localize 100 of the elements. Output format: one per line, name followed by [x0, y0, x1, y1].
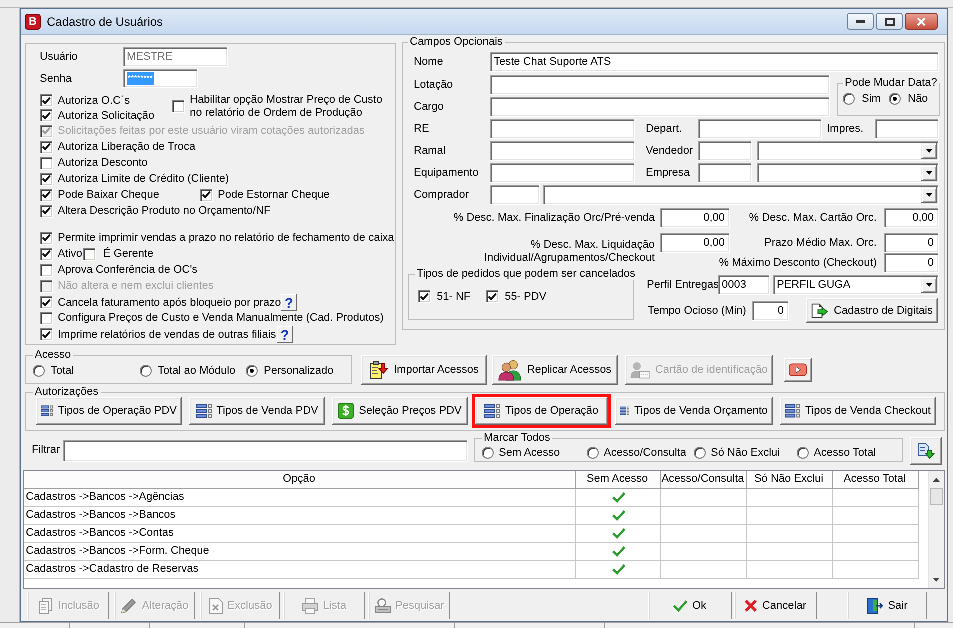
help-button[interactable]: ?	[277, 326, 293, 343]
minimize-button[interactable]	[847, 13, 874, 30]
scroll-thumb[interactable]	[930, 488, 943, 505]
checkbox[interactable]	[40, 204, 53, 218]
replicate-button[interactable]: Replicar Acessos	[492, 355, 618, 385]
checkbox-label: Cancela faturamento após bloqueio por prazo	[58, 296, 282, 308]
input-field[interactable]: 0,00	[660, 208, 730, 228]
field-label: Vendedor	[645, 145, 694, 157]
documents-icon	[36, 596, 54, 614]
checkbox-label: 51- NF	[437, 290, 471, 302]
caret-icon	[926, 171, 932, 175]
input-field[interactable]	[490, 75, 830, 95]
field-label: % Desc. Max. Liquidação Individual/Agrupamentos/Checkout	[483, 239, 655, 265]
import-button[interactable]: Importar Acessos	[361, 355, 487, 385]
input-field[interactable]: 0003	[718, 275, 770, 295]
field-label: Filtrar	[31, 444, 62, 456]
field-label: Lotação	[414, 79, 454, 91]
checkbox[interactable]	[40, 264, 53, 276]
minimize-icon	[856, 20, 865, 23]
checkbox[interactable]	[486, 290, 499, 303]
checkbox[interactable]	[40, 140, 53, 154]
input-field[interactable]	[875, 119, 939, 139]
group-title: Acesso	[34, 349, 72, 361]
input-field[interactable]: 0	[752, 300, 789, 320]
radio-button[interactable]	[246, 365, 258, 377]
checkbox[interactable]	[83, 248, 96, 260]
radio-button[interactable]	[587, 447, 599, 459]
scrollbar[interactable]	[928, 471, 944, 588]
ok-button[interactable]: Ok	[648, 592, 732, 619]
input-field[interactable]	[490, 119, 635, 139]
checkbox-label: Solicitações feitas por este usuário viram cotações autorizadas	[58, 125, 365, 137]
authorization-button[interactable]: Tipos de Venda Checkout	[780, 397, 936, 425]
radio-button[interactable]	[694, 447, 706, 459]
cancel-button[interactable]: Cancelar	[734, 592, 817, 619]
input-field[interactable]	[63, 440, 468, 462]
input-field[interactable]: 0	[884, 233, 939, 253]
column-header: Só Não Exclui	[746, 471, 832, 488]
radio-button[interactable]	[889, 93, 901, 105]
checkbox[interactable]	[40, 296, 53, 309]
column-header: Opção	[24, 471, 575, 488]
group-title: Autorizações	[34, 386, 100, 398]
check-icon	[612, 510, 626, 521]
dropdown[interactable]	[543, 185, 939, 205]
group-title: Pode Mudar Data?	[844, 77, 938, 89]
input-field[interactable]: 0	[884, 253, 939, 273]
checkbox[interactable]	[40, 248, 53, 260]
maximize-button[interactable]	[876, 13, 903, 30]
checkbox[interactable]	[40, 94, 53, 107]
field-label: % Máximo Desconto (Checkout)	[719, 257, 877, 269]
help-button[interactable]: ?	[281, 294, 298, 311]
authorization-button[interactable]: Seleção Preços PDV	[332, 397, 468, 425]
checkbox-label: Altera Descrição Produto no Orçamento/NF	[58, 205, 271, 217]
input-field[interactable]	[490, 141, 635, 161]
checkbox[interactable]	[40, 328, 53, 341]
radio-button[interactable]	[797, 447, 809, 459]
dropdown[interactable]	[757, 163, 939, 183]
input-field[interactable]	[490, 97, 830, 117]
input-field[interactable]	[698, 163, 752, 183]
pencil-icon	[120, 596, 138, 614]
field-label: Ramal	[414, 145, 447, 157]
checkbox[interactable]	[40, 232, 53, 244]
radio-button[interactable]	[843, 93, 855, 105]
authorization-button[interactable]: Tipos de Operação PDV	[36, 397, 182, 425]
field-label: Senha	[40, 72, 73, 84]
checkbox[interactable]	[40, 156, 53, 170]
input-field[interactable]	[490, 163, 635, 183]
radio-button[interactable]	[140, 365, 152, 377]
input-field[interactable]	[698, 141, 752, 161]
play-icon	[789, 363, 807, 377]
checkbox[interactable]	[40, 312, 53, 324]
dropdown[interactable]: PERFIL GUGA	[773, 275, 939, 295]
checkbox-label: 55- PDV	[505, 290, 547, 302]
radio-button[interactable]	[33, 365, 45, 377]
checkbox[interactable]	[40, 188, 53, 202]
document-arrow-icon	[811, 302, 829, 320]
checkbox[interactable]	[200, 188, 213, 202]
field-label: Tempo Ocioso (Min)	[648, 304, 748, 316]
close-button[interactable]	[905, 13, 938, 30]
input-field[interactable]	[698, 119, 822, 139]
input-field[interactable]	[490, 185, 540, 205]
fingerprint-button[interactable]: Cadastro de Digitais	[806, 298, 938, 323]
authorization-button[interactable]: Tipos de Operação	[475, 397, 608, 425]
checkbox[interactable]	[40, 109, 53, 122]
export-button[interactable]	[910, 437, 942, 465]
field-label: % Desc. Max. Cartão Orc.	[748, 212, 877, 224]
authorization-button[interactable]: Tipos de Venda PDV	[189, 397, 325, 425]
video-button[interactable]	[784, 358, 812, 382]
check-icon	[612, 564, 626, 575]
exit-button[interactable]: Sair	[847, 592, 927, 619]
checkbox[interactable]	[172, 100, 185, 113]
caret-down-icon	[932, 578, 940, 582]
authorization-button[interactable]: Tipos de Venda Orçamento	[615, 397, 773, 425]
input-field[interactable]: 0,00	[884, 208, 939, 228]
checkbox[interactable]	[418, 290, 431, 303]
checkbox[interactable]	[40, 172, 53, 186]
dropdown[interactable]	[757, 141, 939, 161]
field-label: Usuário	[40, 51, 79, 63]
radio-button[interactable]	[482, 447, 494, 459]
input-field[interactable]: Teste Chat Suporte ATS	[490, 52, 939, 72]
input-field[interactable]: 0,00	[660, 233, 730, 253]
